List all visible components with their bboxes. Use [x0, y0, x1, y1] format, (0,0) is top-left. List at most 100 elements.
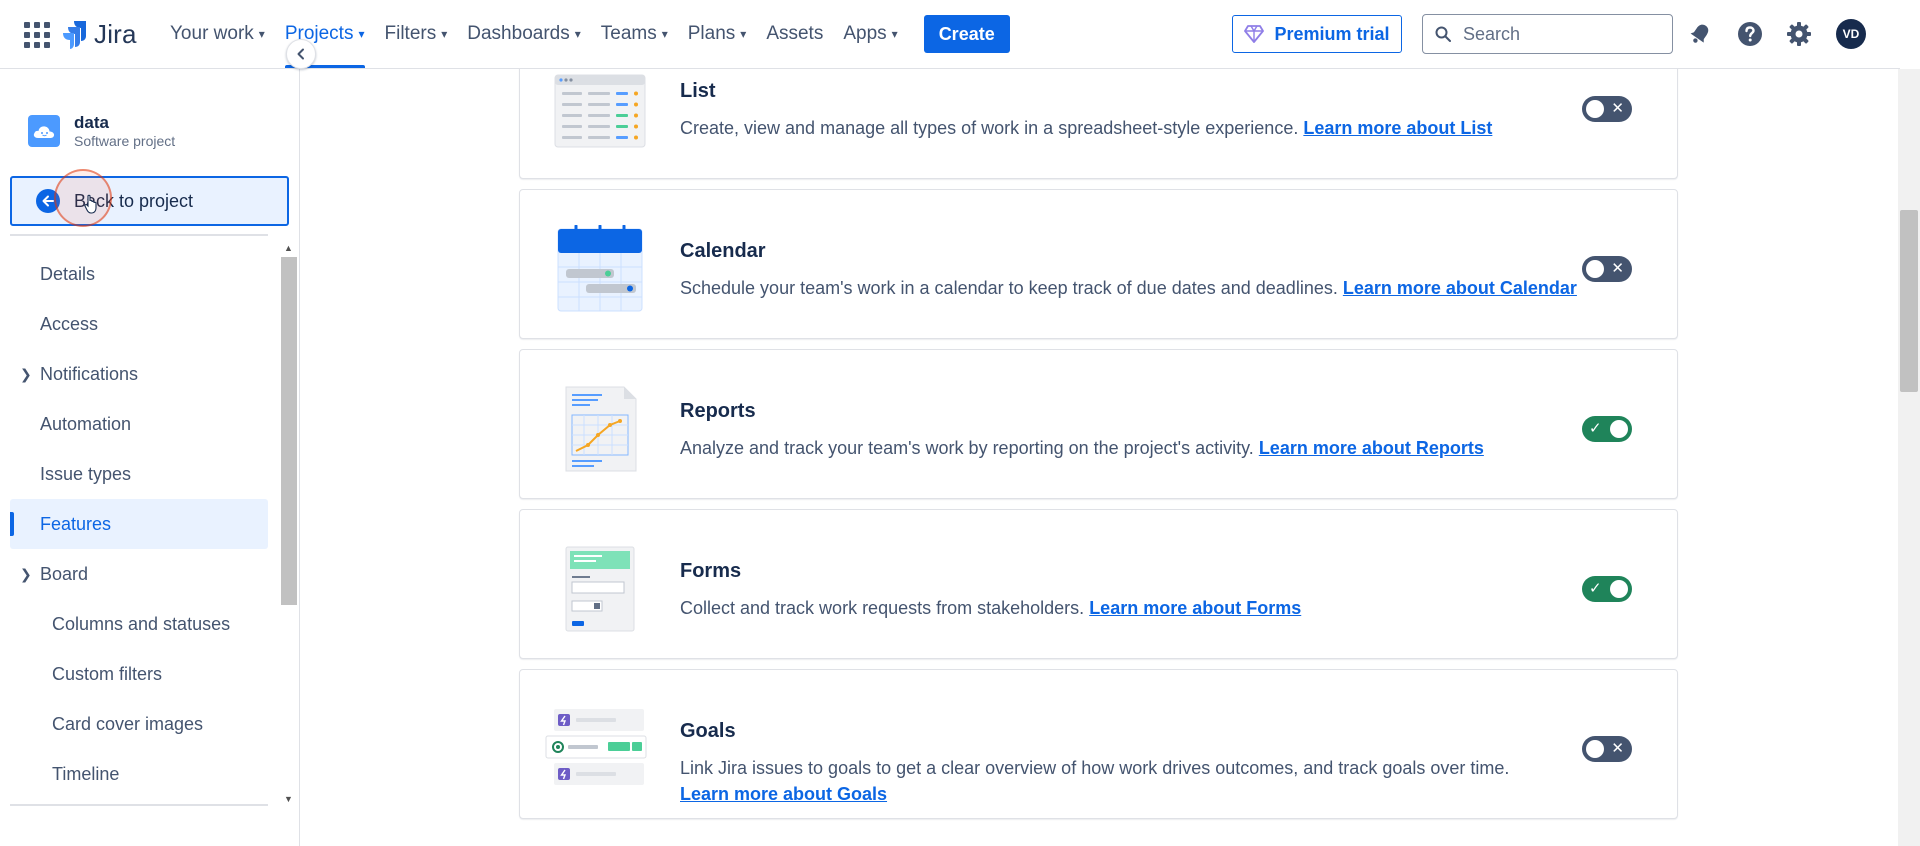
- nav-teams[interactable]: Teams ▾: [591, 0, 678, 68]
- nav-your-work[interactable]: Your work ▾: [160, 0, 275, 68]
- feature-description: Schedule your team's work in a calendar …: [680, 278, 1338, 298]
- project-header[interactable]: data Software project: [28, 113, 175, 149]
- sidebar-item-issue-types[interactable]: Issue types: [10, 449, 268, 499]
- sidebar-item-label: Automation: [40, 413, 132, 434]
- feature-title: Calendar: [680, 240, 766, 262]
- chevron-down-icon: ▾: [574, 27, 581, 41]
- nav-filters[interactable]: Filters ▾: [375, 0, 458, 68]
- sidebar-divider: [10, 234, 268, 236]
- toggle-knob: [1586, 740, 1604, 758]
- feature-description: Analyze and track your team's work by re…: [680, 438, 1254, 458]
- feature-title: Forms: [680, 560, 742, 582]
- chevron-right-icon: ❯: [20, 365, 32, 382]
- chevron-left-icon: [297, 48, 304, 60]
- jira-logo-text: Jira: [94, 18, 137, 49]
- nav-assets[interactable]: Assets: [756, 0, 833, 68]
- learn-more-calendar-link[interactable]: Learn more about Calendar: [1343, 278, 1577, 298]
- sidebar-item-columns-and-statuses[interactable]: Columns and statuses: [10, 599, 268, 649]
- chevron-down-icon: ▾: [258, 27, 265, 41]
- cross-icon: ✕: [1611, 260, 1624, 277]
- sidebar-item-card-cover-images[interactable]: Card cover images: [10, 699, 268, 749]
- reports-toggle[interactable]: ✓: [1582, 416, 1632, 442]
- sidebar-item-notifications[interactable]: ❯ Notifications: [10, 349, 268, 399]
- sidebar-item-automation[interactable]: Automation: [10, 399, 268, 449]
- learn-more-forms-link[interactable]: Learn more about Forms: [1089, 598, 1301, 618]
- search-input[interactable]: [1461, 22, 1655, 46]
- back-arrow-icon: [36, 189, 60, 213]
- nav-apps[interactable]: Apps ▾: [833, 0, 907, 68]
- learn-more-reports-link[interactable]: Learn more about Reports: [1259, 438, 1484, 458]
- help-icon[interactable]: [1736, 20, 1764, 48]
- sidebar-item-timeline[interactable]: Timeline: [10, 749, 268, 799]
- project-type: Software project: [74, 133, 176, 149]
- notifications-bell-icon[interactable]: [1686, 20, 1714, 48]
- sidebar-scrollbar[interactable]: ▲ ▼: [280, 241, 298, 806]
- search-box[interactable]: [1422, 14, 1673, 54]
- project-settings-sidebar: data Software project Back to project De…: [0, 69, 300, 846]
- feature-title: Goals: [680, 720, 736, 742]
- nav-label: Filters: [384, 23, 437, 44]
- page-scrollbar[interactable]: [1898, 69, 1920, 846]
- chevron-down-icon: ▾: [661, 27, 668, 41]
- feature-description: Create, view and manage all types of wor…: [680, 118, 1299, 138]
- check-icon: ✓: [1589, 420, 1602, 437]
- collapse-sidebar-button[interactable]: [286, 39, 316, 69]
- scroll-up-arrow-icon[interactable]: ▲: [284, 243, 293, 253]
- list-toggle[interactable]: ✕: [1582, 96, 1632, 122]
- toggle-knob: [1586, 260, 1604, 278]
- sidebar-divider: [10, 804, 268, 806]
- toggle-knob: [1610, 580, 1628, 598]
- sidebar-item-access[interactable]: Access: [10, 299, 268, 349]
- nav-label: Dashboards: [467, 23, 570, 44]
- premium-trial-button[interactable]: Premium trial: [1232, 15, 1402, 53]
- feature-card-calendar: Calendar Schedule your team's work in a …: [519, 189, 1678, 339]
- settings-gear-icon[interactable]: [1785, 20, 1813, 48]
- sidebar-item-details[interactable]: Details: [10, 249, 268, 299]
- nav-plans[interactable]: Plans ▾: [678, 0, 757, 68]
- forms-illustration: [565, 546, 635, 632]
- top-navigation: Jira Your work ▾ Projects ▾ Filters ▾ Dashb…: [0, 0, 1900, 69]
- scroll-down-arrow-icon[interactable]: ▼: [284, 794, 293, 804]
- features-page: List Create, view and manage all types o…: [300, 69, 1900, 846]
- learn-more-goals-link[interactable]: Learn more about Goals: [680, 784, 887, 804]
- sidebar-item-label: Access: [40, 313, 99, 334]
- app-switcher-icon[interactable]: [24, 22, 50, 48]
- feature-card-reports: Reports Analyze and track your team's wo…: [519, 349, 1678, 499]
- chevron-down-icon: ▾: [441, 27, 448, 41]
- premium-trial-label: Premium trial: [1274, 23, 1390, 44]
- check-icon: ✓: [1589, 580, 1602, 597]
- create-button[interactable]: Create: [923, 15, 1010, 53]
- nav-dashboards[interactable]: Dashboards ▾: [457, 0, 590, 68]
- nav-label: Apps: [843, 23, 887, 44]
- calendar-toggle[interactable]: ✕: [1582, 256, 1632, 282]
- list-illustration: [554, 74, 646, 148]
- jira-logo-icon: [63, 21, 86, 49]
- project-avatar-icon: [28, 115, 60, 147]
- chevron-down-icon: ▾: [891, 27, 898, 41]
- sidebar-item-board[interactable]: ❯ Board: [10, 549, 268, 599]
- learn-more-list-link[interactable]: Learn more about List: [1303, 118, 1492, 138]
- diamond-icon: [1244, 25, 1265, 43]
- cross-icon: ✕: [1611, 740, 1624, 757]
- goals-illustration: [545, 709, 647, 785]
- reports-illustration: [565, 386, 637, 472]
- user-avatar[interactable]: VD: [1836, 19, 1866, 49]
- feature-description: Link Jira issues to goals to get a clear…: [680, 758, 1510, 778]
- sidebar-item-features[interactable]: Features: [10, 499, 268, 549]
- settings-menu: Details Access ❯ Notifications Automation…: [10, 249, 268, 799]
- forms-toggle[interactable]: ✓: [1582, 576, 1632, 602]
- sidebar-item-label: Columns and statuses: [52, 613, 231, 634]
- chevron-down-icon: ▾: [358, 27, 365, 41]
- back-to-project-button[interactable]: Back to project: [10, 176, 289, 226]
- sidebar-item-label: Custom filters: [52, 663, 163, 684]
- jira-logo[interactable]: Jira: [62, 16, 137, 52]
- goals-toggle[interactable]: ✕: [1582, 736, 1632, 762]
- page-scrollbar-thumb[interactable]: [1900, 210, 1918, 392]
- feature-title: Reports: [680, 400, 756, 422]
- nav-label: Plans: [687, 23, 736, 44]
- sidebar-item-label: Card cover images: [52, 713, 204, 734]
- sidebar-item-custom-filters[interactable]: Custom filters: [10, 649, 268, 699]
- sidebar-scrollbar-thumb[interactable]: [281, 257, 297, 605]
- toggle-knob: [1586, 100, 1604, 118]
- cross-icon: ✕: [1611, 100, 1624, 117]
